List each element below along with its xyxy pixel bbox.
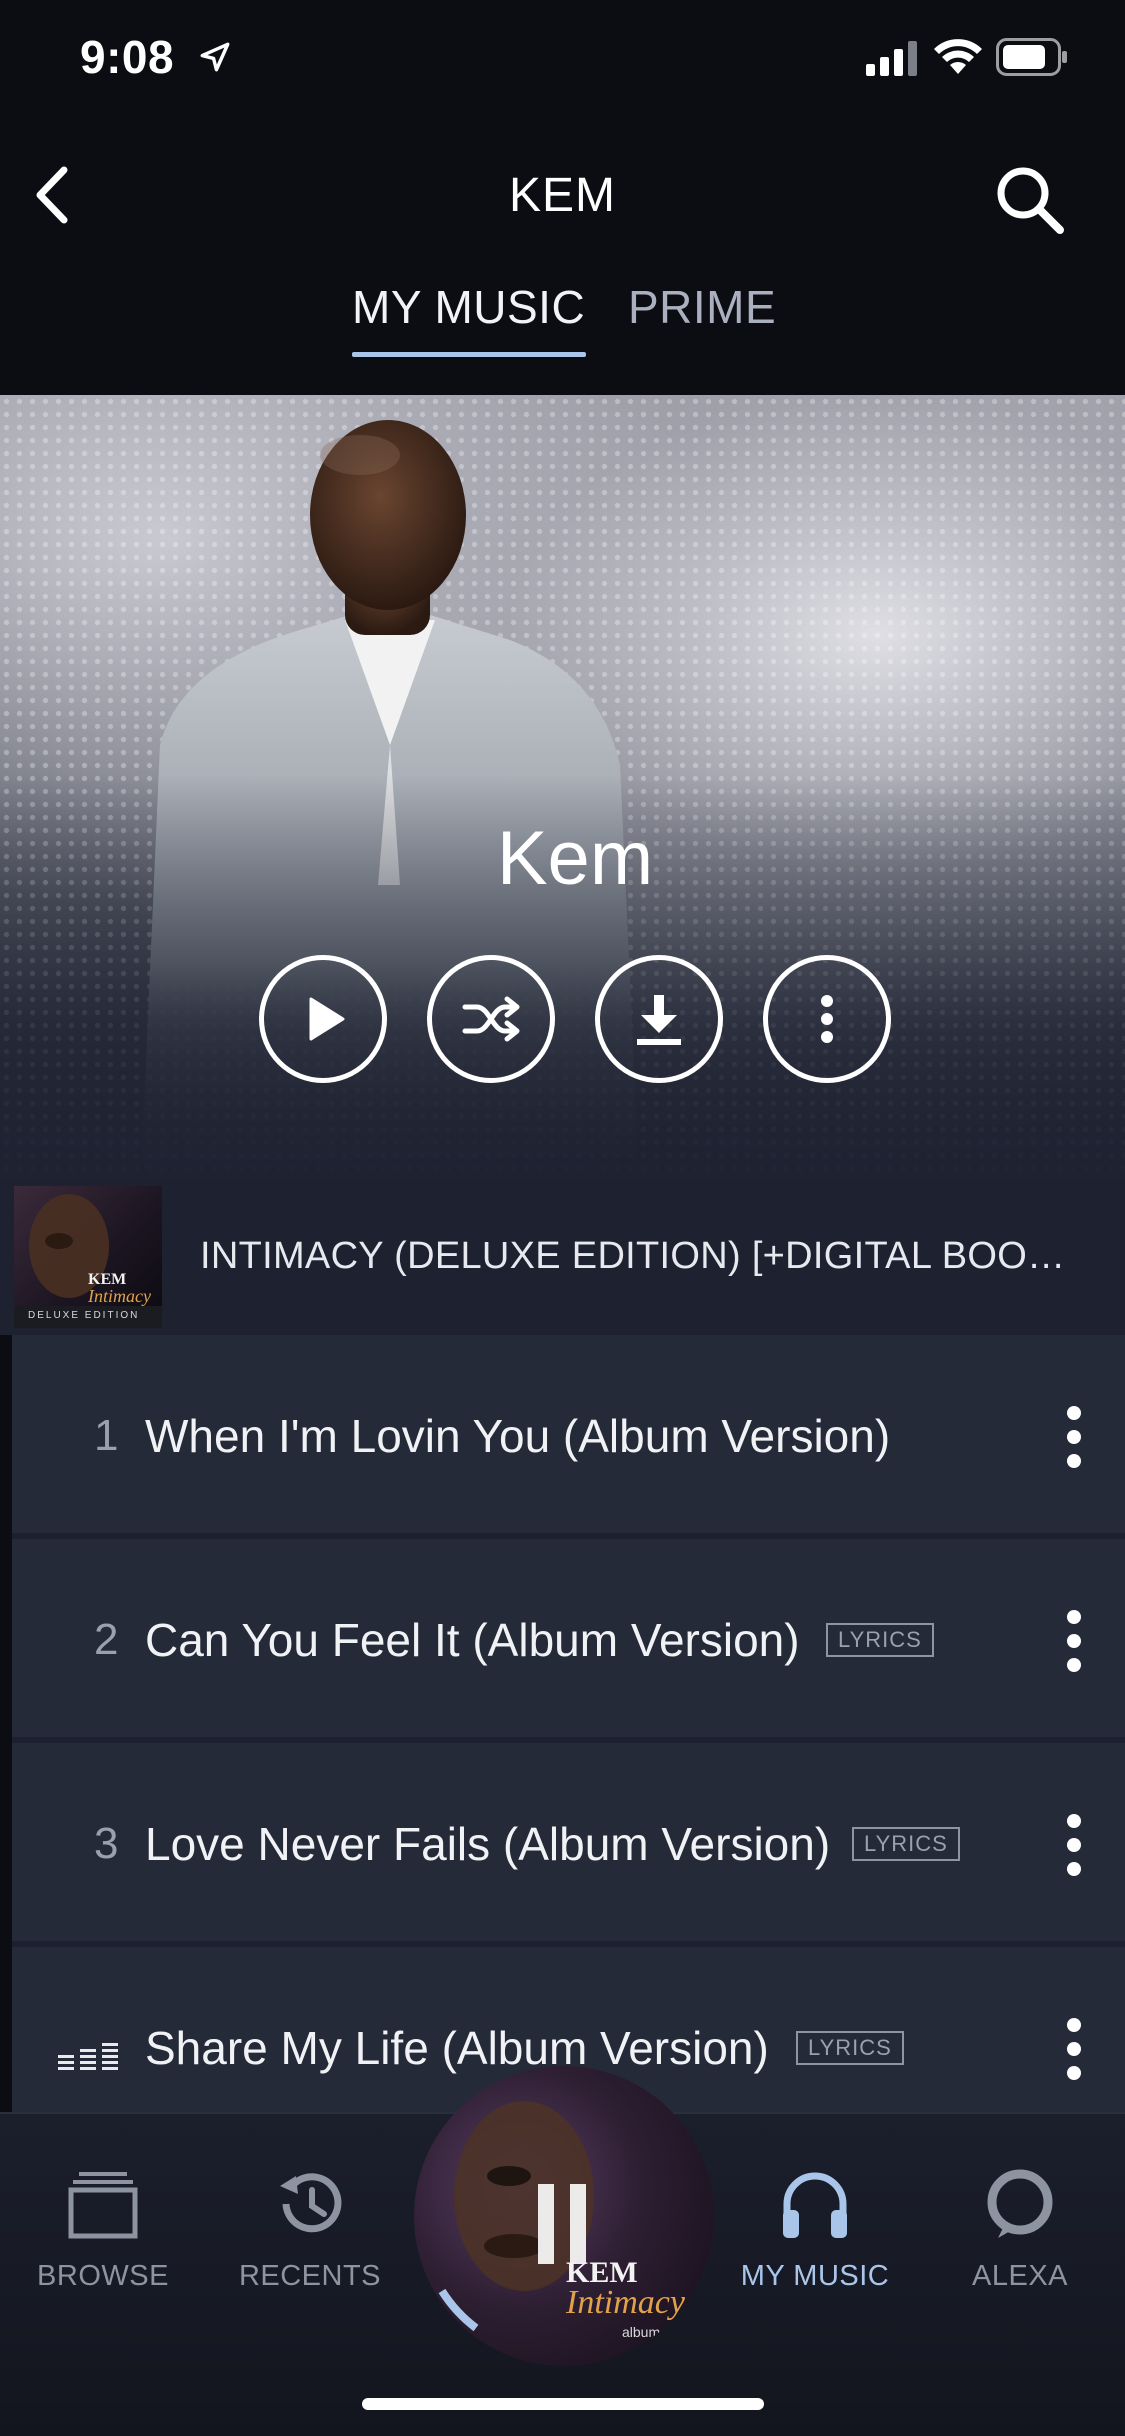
nav-browse[interactable]: BROWSE bbox=[3, 2164, 203, 2293]
equalizer-icon bbox=[58, 2043, 118, 2070]
wifi-icon bbox=[934, 39, 982, 74]
more-vertical-icon bbox=[821, 995, 833, 1043]
album-title: INTIMACY (DELUXE EDITION) [+DIGITAL BOO… bbox=[200, 1235, 1066, 1277]
home-indicator bbox=[362, 2398, 764, 2410]
status-time: 9:08 bbox=[80, 31, 175, 83]
track-title: Love Never Fails (Album Version) bbox=[145, 1818, 831, 1870]
nav-browse-label: BROWSE bbox=[37, 2260, 169, 2292]
download-button[interactable] bbox=[595, 955, 723, 1083]
lyrics-badge: LYRICS bbox=[852, 1827, 960, 1861]
track-number: 3 bbox=[94, 1819, 119, 1868]
shuffle-button[interactable] bbox=[427, 955, 555, 1083]
active-tab-indicator bbox=[352, 352, 586, 357]
page-title: KEM bbox=[508, 169, 616, 222]
track-more-icon[interactable] bbox=[1062, 1401, 1086, 1473]
track-row[interactable]: 3 Love Never Fails (Album Version) LYRIC… bbox=[12, 1743, 1125, 1947]
download-icon bbox=[637, 995, 681, 1045]
play-icon bbox=[309, 997, 345, 1041]
album-cover-title: Intimacy bbox=[88, 1286, 151, 1306]
status-bar: 9:08 bbox=[0, 0, 1125, 120]
album-cover[interactable]: KEM Intimacy DELUXE EDITION bbox=[14, 1186, 162, 1328]
track-row[interactable]: 2 Can You Feel It (Album Version) LYRICS bbox=[12, 1539, 1125, 1743]
artist-hero: Kem bbox=[0, 395, 1125, 1195]
battery-icon bbox=[996, 38, 1067, 76]
track-title: Can You Feel It (Album Version) bbox=[145, 1614, 800, 1666]
album-cover-edition: DELUXE EDITION bbox=[28, 1310, 140, 1321]
tab-my-music[interactable]: MY MUSIC bbox=[352, 280, 585, 334]
artist-name: Kem bbox=[496, 816, 654, 901]
track-more-icon[interactable] bbox=[1062, 1809, 1086, 1881]
track-number: 2 bbox=[94, 1615, 119, 1664]
location-arrow-icon bbox=[200, 42, 230, 72]
shuffle-icon bbox=[462, 996, 520, 1042]
tab-prime[interactable]: PRIME bbox=[628, 280, 776, 334]
track-more-icon[interactable] bbox=[1062, 1605, 1086, 1677]
playback-progress-ring bbox=[438, 2288, 479, 2332]
browse-stack-icon bbox=[68, 2172, 138, 2239]
alexa-ring-icon bbox=[987, 2169, 1053, 2238]
search-icon[interactable] bbox=[990, 160, 1070, 240]
track-more-icon[interactable] bbox=[1062, 2013, 1086, 2085]
nav-alexa-label: ALEXA bbox=[972, 2260, 1068, 2292]
lyrics-badge: LYRICS bbox=[796, 2031, 904, 2065]
headphones-icon bbox=[783, 2172, 847, 2238]
nav-my-music-label: MY MUSIC bbox=[740, 2260, 890, 2292]
more-options-button[interactable] bbox=[763, 955, 891, 1083]
nav-recents-label: RECENTS bbox=[238, 2260, 382, 2292]
track-list: 1 When I'm Lovin You (Album Version) 2 C… bbox=[12, 1335, 1125, 2151]
nav-recents[interactable]: RECENTS bbox=[210, 2164, 410, 2293]
play-button[interactable] bbox=[259, 955, 387, 1083]
now-playing-button[interactable]: KEM Intimacy album II bbox=[414, 2066, 714, 2366]
track-title: When I'm Lovin You (Album Version) bbox=[145, 1410, 891, 1462]
history-clock-icon bbox=[280, 2173, 342, 2233]
album-header-row[interactable]: KEM Intimacy DELUXE EDITION INTIMACY (DE… bbox=[0, 1180, 1125, 1335]
cellular-signal-icon bbox=[866, 41, 917, 76]
lyrics-badge: LYRICS bbox=[826, 1623, 934, 1657]
track-row[interactable]: 1 When I'm Lovin You (Album Version) bbox=[12, 1335, 1125, 1539]
nav-my-music[interactable]: MY MUSIC bbox=[715, 2164, 915, 2293]
nav-alexa[interactable]: ALEXA bbox=[920, 2164, 1120, 2293]
tab-bar: MY MUSIC PRIME bbox=[0, 280, 1125, 360]
track-number: 1 bbox=[94, 1411, 119, 1460]
